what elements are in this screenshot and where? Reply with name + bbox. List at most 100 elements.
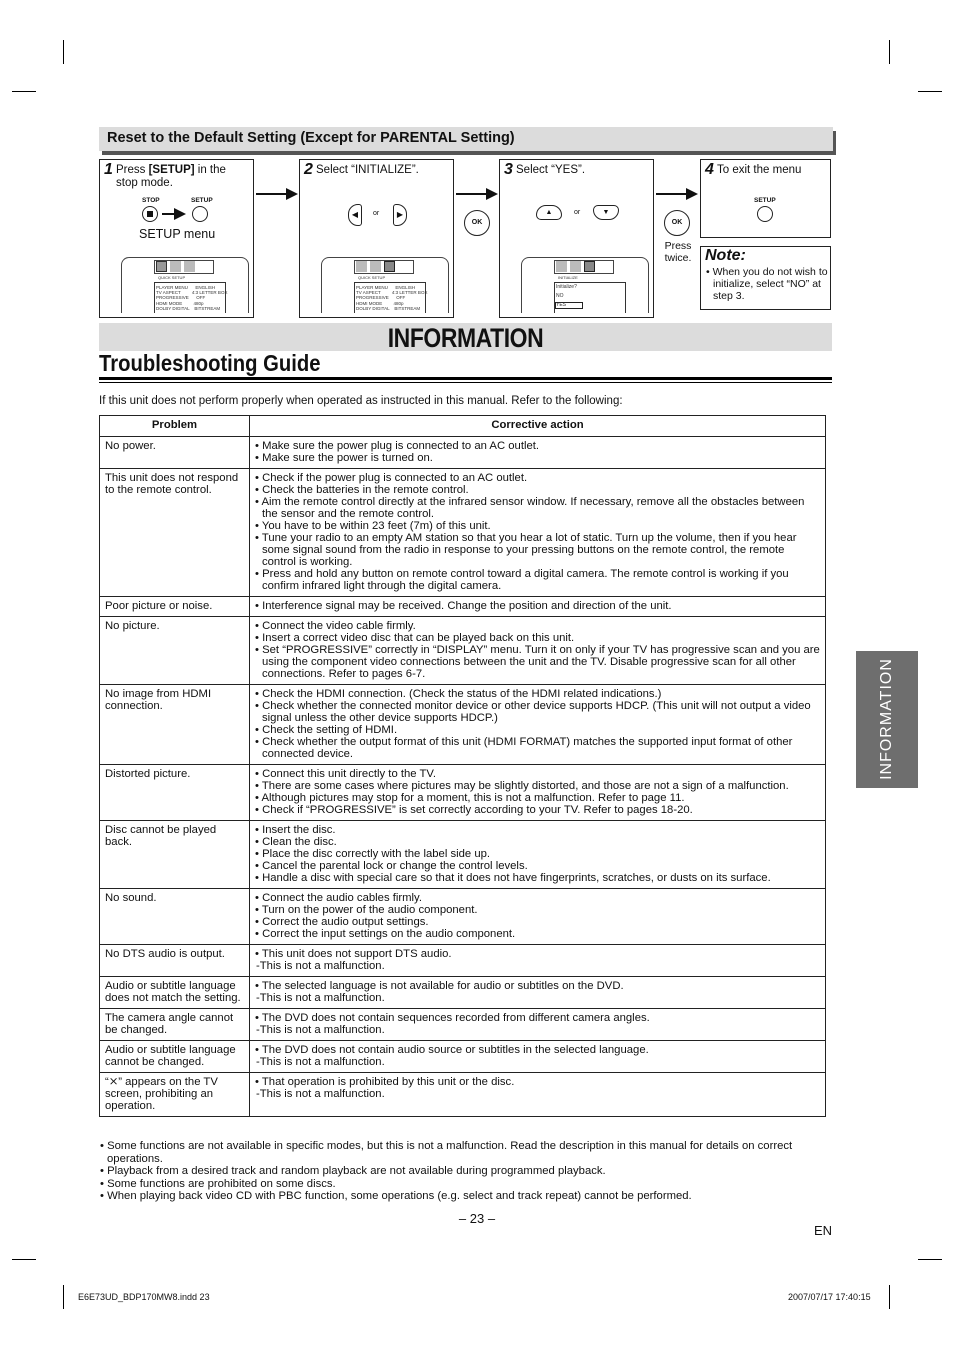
table-body: No power. Make sure the power plug is con… xyxy=(99,436,826,1117)
step-1-instruction: Press [SETUP] in the stop mode. xyxy=(116,164,226,189)
action-item: Turn on the power of the audio component… xyxy=(254,904,820,916)
setup-button-label: SETUP xyxy=(191,197,213,204)
screen-row: NO xyxy=(556,293,564,299)
action-item: This unit does not support DTS audio. xyxy=(254,948,820,960)
action-item: Insert the disc. xyxy=(254,824,820,836)
up-arrow-button-icon: ▲ xyxy=(536,205,562,220)
table-row: “⨯” appears on the TV screen, prohibitin… xyxy=(99,1072,826,1117)
action-item: Correct the audio output settings. xyxy=(254,916,820,928)
action-item: Check the setting of HDMI. xyxy=(254,724,820,736)
table-row: Poor picture or noise. Interference signa… xyxy=(99,596,826,617)
screen-row: Initialize? xyxy=(556,284,577,290)
action-item: You have to be within 23 feet (7m) of th… xyxy=(254,520,820,532)
step-4-instruction: To exit the menu xyxy=(717,164,802,176)
section-banner: INFORMATION xyxy=(99,323,832,353)
screen-row: DOLBY DIGITAL BITSTREAM xyxy=(356,306,421,311)
action-item: Cancel the parental lock or change the c… xyxy=(254,860,820,872)
column-header-problem: Problem xyxy=(99,415,250,437)
note-text: • When you do not wish to initialize, se… xyxy=(706,266,828,302)
action-item: The DVD does not contain sequences recor… xyxy=(254,1012,820,1024)
action-subnote: -This is not a malfunction. xyxy=(256,960,385,972)
action-item: Check the batteries in the remote contro… xyxy=(254,484,820,496)
screen-row: DOLBY DIGITAL BITSTREAM xyxy=(156,306,221,311)
action-item: Make sure the power is turned on. xyxy=(254,452,820,464)
action-cell: Connect this unit directly to the TV.The… xyxy=(249,764,826,821)
table-row: No picture.Connect the video cable firml… xyxy=(99,616,826,685)
action-item: Place the disc correctly with the label … xyxy=(254,848,820,860)
problem-cell: Distorted picture. xyxy=(99,764,250,821)
problem-cell: No sound. xyxy=(99,888,250,945)
stop-button-label: STOP xyxy=(142,197,160,204)
crop-mark xyxy=(918,91,942,92)
action-cell: Make sure the power plug is connected to… xyxy=(249,436,826,469)
action-cell: Insert the disc.Clean the disc.Place the… xyxy=(249,820,826,889)
action-cell: The DVD does not contain sequences recor… xyxy=(249,1008,826,1041)
action-item: Insert a correct video disc that can be … xyxy=(254,632,820,644)
page-number: – 23 – xyxy=(458,1211,496,1226)
action-cell: That operation is prohibited by this uni… xyxy=(249,1072,826,1117)
action-item: Aim the remote control directly at the i… xyxy=(254,496,820,520)
problem-cell: “⨯” appears on the TV screen, prohibitin… xyxy=(99,1072,250,1117)
action-item: Check if the power plug is connected to … xyxy=(254,472,820,484)
table-row: No image from HDMI connection. Check the … xyxy=(99,684,826,765)
action-item: Make sure the power plug is connected to… xyxy=(254,440,820,452)
table-row: Distorted picture.Connect this unit dire… xyxy=(99,764,826,821)
press-twice-label: Press twice. xyxy=(664,240,692,264)
note-item: When playing back video CD with PBC func… xyxy=(99,1190,829,1203)
crop-mark xyxy=(63,1285,64,1309)
or-label: or xyxy=(373,210,380,217)
step-2-panel: 2 Select “INITIALIZE”. ◀ or ▶ QUICK SETU… xyxy=(299,159,454,318)
or-label: or xyxy=(574,209,581,216)
title-divider xyxy=(99,377,832,380)
action-cell: Check the HDMI connection. (Check the st… xyxy=(249,684,826,765)
action-cell: The DVD does not contain audio source or… xyxy=(249,1040,826,1073)
action-item: Set “PROGRESSIVE” correctly in “DISPLAY”… xyxy=(254,644,820,680)
problem-cell: Poor picture or noise. xyxy=(99,596,250,617)
problem-cell: Audio or subtitle language cannot be cha… xyxy=(99,1040,250,1073)
table-row: No power. Make sure the power plug is con… xyxy=(99,436,826,469)
step-number: 1 xyxy=(104,161,113,178)
problem-cell: The camera angle cannot be changed. xyxy=(99,1008,250,1041)
arrow-right-icon xyxy=(162,209,186,219)
action-item: The selected language is not available f… xyxy=(254,980,820,992)
action-item: Tune your radio to an empty AM station s… xyxy=(254,532,820,568)
step-3-instruction: Select “YES”. xyxy=(516,164,586,176)
intro-text: If this unit does not perform properly w… xyxy=(99,395,623,407)
action-item: Connect the audio cables firmly. xyxy=(254,892,820,904)
crop-mark xyxy=(889,1285,890,1309)
section-banner-title: INFORMATION xyxy=(387,323,544,353)
action-cell: Connect the audio cables firmly.Turn on … xyxy=(249,888,826,945)
action-subnote: -This is not a malfunction. xyxy=(256,1024,385,1036)
action-item: Correct the input settings on the audio … xyxy=(254,928,820,940)
setup-menu-screen: QUICK SETUP PLAYER MENU ENGLISH TV ASPEC… xyxy=(321,257,449,313)
action-subnote: -This is not a malfunction. xyxy=(256,992,385,1004)
crop-mark xyxy=(889,40,890,64)
action-item: Although pictures may stop for a moment,… xyxy=(254,792,820,804)
problem-cell: Audio or subtitle language does not matc… xyxy=(99,976,250,1009)
step-number: 4 xyxy=(705,161,714,178)
down-arrow-button-icon: ▼ xyxy=(593,205,619,220)
troubleshooting-table: Problem Corrective action No power. Make … xyxy=(99,415,826,1117)
setup-menu-screen: QUICK SETUP PLAYER MENU ENGLISH TV ASPEC… xyxy=(121,257,249,313)
action-item: Connect this unit directly to the TV. xyxy=(254,768,820,780)
action-item: Press and hold any button on remote cont… xyxy=(254,568,820,592)
setup-button-label: SETUP xyxy=(754,197,776,204)
action-item: Check whether the output format of this … xyxy=(254,736,820,760)
action-subnote: -This is not a malfunction. xyxy=(256,1056,385,1068)
problem-cell: No power. xyxy=(99,436,250,469)
screen-row-selected: YES xyxy=(555,302,583,309)
crop-mark xyxy=(63,40,64,64)
action-subnote: -This is not a malfunction. xyxy=(256,1088,385,1100)
action-item: Check the HDMI connection. (Check the st… xyxy=(254,688,820,700)
column-header-action: Corrective action xyxy=(249,415,826,437)
reset-section-title: Reset to the Default Setting (Except for… xyxy=(107,130,515,146)
table-row: No DTS audio is output.This unit does no… xyxy=(99,944,826,977)
action-item: That operation is prohibited by this uni… xyxy=(254,1076,820,1088)
action-item: The DVD does not contain audio source or… xyxy=(254,1044,820,1056)
side-tab-label: INFORMATION xyxy=(878,658,895,780)
problem-cell: Disc cannot be played back. xyxy=(99,820,250,889)
arrow-right-icon xyxy=(256,188,298,200)
crop-mark xyxy=(12,1259,36,1260)
table-row: Disc cannot be played back.Insert the di… xyxy=(99,820,826,889)
screen-tab-label: INITIALIZE xyxy=(558,275,578,280)
